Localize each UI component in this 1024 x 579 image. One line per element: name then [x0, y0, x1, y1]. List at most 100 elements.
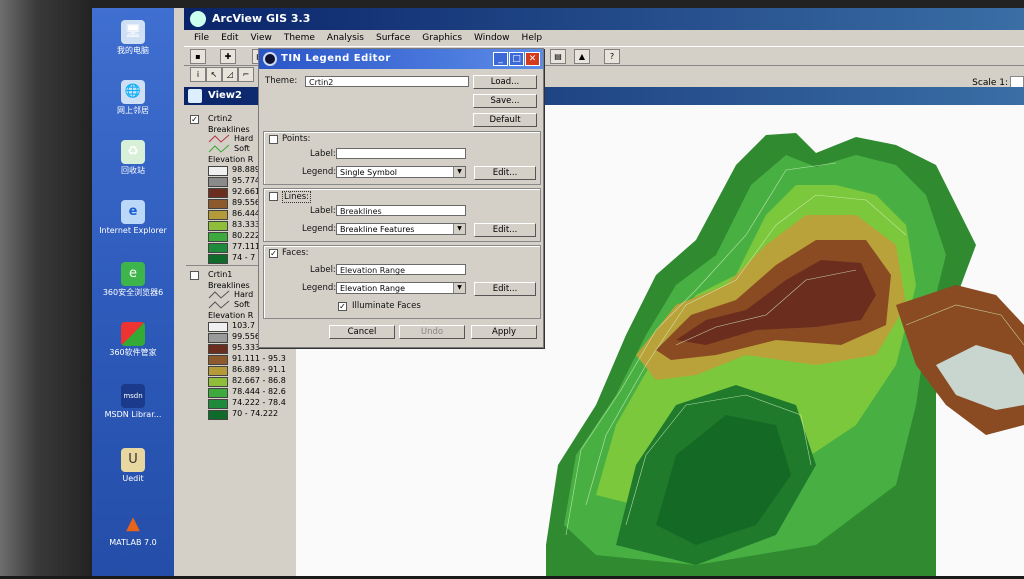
magnifier-icon [263, 52, 277, 66]
lines-legend-select[interactable]: Breakline Features ▼ [336, 223, 466, 235]
legend-class: 95.774 [232, 176, 260, 185]
ie-icon: e [121, 200, 145, 224]
legend-swatch [208, 355, 228, 365]
legend-class: 80.222 [232, 231, 260, 240]
menu-analysis[interactable]: Analysis [327, 30, 364, 46]
theme-name[interactable]: Crtin2 [208, 114, 232, 123]
browser-360-icon: e [121, 262, 145, 286]
desktop-icon-network[interactable]: 🌐 网上邻居 [96, 80, 170, 116]
desktop-icon-ie[interactable]: e Internet Explorer [96, 200, 170, 236]
legend-swatch [208, 333, 228, 343]
network-icon: 🌐 [121, 80, 145, 104]
save-tool-icon[interactable]: ▪ [190, 49, 206, 64]
desktop-icon-recycle-bin[interactable]: ♻ 回收站 [96, 140, 170, 176]
faces-checkbox[interactable]: ✓ [269, 249, 278, 258]
minimize-button[interactable]: _ [493, 52, 508, 66]
legend-swatch [208, 399, 228, 409]
desktop-icon-label: 我的电脑 [117, 46, 149, 55]
app-title: ArcView GIS 3.3 [212, 12, 311, 25]
points-label-field[interactable] [336, 148, 466, 159]
desktop-icon-label: 回收站 [121, 166, 145, 175]
legend-swatch [208, 366, 228, 376]
desktop-icon-my-computer[interactable]: 🖥 我的电脑 [96, 20, 170, 56]
close-button[interactable]: ✕ [525, 52, 540, 66]
load-button[interactable]: Load... [473, 75, 537, 89]
desktop: 🖥 我的电脑 🌐 网上邻居 ♻ 回收站 e Internet Explorer … [92, 8, 174, 576]
menu-view[interactable]: View [251, 30, 272, 46]
legend-class: 86.889 - 91.1 [232, 365, 286, 374]
menu-help[interactable]: Help [522, 30, 543, 46]
menu-file[interactable]: File [194, 30, 209, 46]
label-label: Label: [310, 206, 336, 216]
vertex-tool-icon[interactable]: ◿ [222, 67, 238, 82]
legend-class: 74 - 7 [232, 253, 256, 262]
legend-label: Legend: [302, 167, 337, 177]
maximize-button[interactable]: □ [509, 52, 524, 66]
select-value: Single Symbol [340, 168, 397, 177]
desktop-icon-uedit[interactable]: U Uedit [96, 448, 170, 484]
illuminate-faces-label: Illuminate Faces [352, 301, 421, 311]
monitor-bezel [0, 0, 92, 576]
legend-swatch [208, 377, 228, 387]
theme-visibility-checkbox[interactable]: ✓ [190, 115, 199, 124]
lines-checkbox[interactable] [269, 192, 278, 201]
lines-label-field[interactable]: Breaklines [336, 205, 466, 216]
legend-label: Hard [234, 290, 254, 299]
pointer-tool-icon[interactable]: ↖ [206, 67, 222, 82]
info-tool-icon[interactable]: i [190, 67, 206, 82]
lines-edit-button[interactable]: Edit... [474, 223, 536, 237]
legend-heading: Breaklines [208, 125, 250, 134]
menu-edit[interactable]: Edit [221, 30, 238, 46]
theme-field[interactable]: Crtin2 [305, 76, 469, 87]
add-theme-icon[interactable]: ✚ [220, 49, 236, 64]
legend-class: 103.7 [232, 321, 255, 330]
menu-graphics[interactable]: Graphics [422, 30, 462, 46]
legend-swatch [208, 322, 228, 332]
legend-class: 78.444 - 82.6 [232, 387, 286, 396]
legend-swatch [208, 243, 228, 253]
legend-swatch [208, 221, 228, 231]
legend-label: Hard [234, 134, 254, 143]
desktop-icon-msdn[interactable]: msdn MSDN Librar... [96, 384, 170, 420]
chevron-down-icon: ▼ [453, 167, 465, 177]
desktop-icon-matlab[interactable]: ▲ MATLAB 7.0 [96, 512, 170, 548]
legend-swatch [208, 254, 228, 264]
faces-legend-select[interactable]: Elevation Range ▼ [336, 282, 466, 294]
uedit-icon: U [121, 448, 145, 472]
faces-edit-button[interactable]: Edit... [474, 282, 536, 296]
undo-button[interactable]: Undo [399, 325, 465, 339]
menu-theme[interactable]: Theme [284, 30, 315, 46]
layout-tool-icon[interactable]: ▤ [550, 49, 566, 64]
legend-class: 99.556 [232, 332, 260, 341]
theme-visibility-checkbox[interactable] [190, 271, 199, 280]
legend-heading: Breaklines [208, 281, 250, 290]
points-label: Points: [282, 134, 311, 144]
illuminate-faces-checkbox[interactable]: ✓ [338, 302, 347, 311]
legend-swatch [208, 388, 228, 398]
menu-surface[interactable]: Surface [376, 30, 410, 46]
menu-window[interactable]: Window [474, 30, 510, 46]
soft-line-icon [208, 144, 230, 153]
chart-tool-icon[interactable]: ▲ [574, 49, 590, 64]
cancel-button[interactable]: Cancel [329, 325, 395, 339]
points-legend-select[interactable]: Single Symbol ▼ [336, 166, 466, 178]
points-checkbox[interactable] [269, 135, 278, 144]
hard-line-icon [208, 134, 230, 143]
view-icon [188, 89, 202, 103]
help-tool-icon[interactable]: ? [604, 49, 620, 64]
desktop-icon-360-manager[interactable]: 360软件管家 [96, 322, 170, 358]
save-button[interactable]: Save... [473, 94, 537, 108]
theme-name[interactable]: Crtin1 [208, 270, 232, 279]
desktop-icon-label: Internet Explorer [99, 226, 167, 235]
dialog-title: TIN Legend Editor [281, 53, 391, 64]
points-edit-button[interactable]: Edit... [474, 166, 536, 180]
default-button[interactable]: Default [473, 113, 537, 127]
faces-label-field[interactable]: Elevation Range [336, 264, 466, 275]
legend-swatch [208, 199, 228, 209]
legend-label: Legend: [302, 283, 337, 293]
draw-tool-icon[interactable]: ⌐ [238, 67, 254, 82]
apply-button[interactable]: Apply [471, 325, 537, 339]
legend-class: 89.556 [232, 198, 260, 207]
legend-swatch [208, 232, 228, 242]
desktop-icon-360-browser[interactable]: e 360安全浏览器6 [96, 262, 170, 298]
